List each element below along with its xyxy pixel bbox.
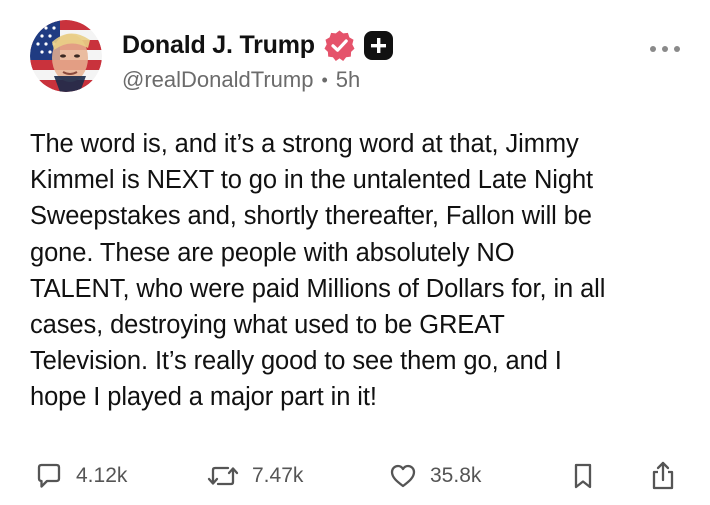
bookmark-button[interactable]	[570, 458, 596, 494]
plus-icon[interactable]	[363, 30, 394, 61]
reply-count: 4.12k	[76, 464, 128, 487]
reply-icon	[34, 461, 64, 491]
retruth-icon	[206, 461, 240, 491]
verified-badge-icon	[323, 29, 356, 62]
separator-dot: •	[321, 69, 328, 90]
more-options-icon[interactable]	[648, 42, 682, 56]
like-button[interactable]: 35.8k	[388, 458, 481, 494]
bookmark-icon	[570, 461, 596, 491]
retruth-count: 7.47k	[252, 464, 304, 487]
heart-icon	[388, 461, 418, 491]
post-header: Donald J. Trump @realDonaldTrump • 5h	[122, 28, 394, 93]
author-display-name[interactable]: Donald J. Trump	[122, 31, 315, 60]
like-count: 35.8k	[430, 464, 482, 487]
reply-button[interactable]: 4.12k	[34, 458, 127, 494]
avatar[interactable]	[30, 20, 102, 92]
avatar-image	[30, 20, 102, 92]
share-icon	[648, 460, 678, 492]
post: Donald J. Trump @realDonaldTrump • 5h Th…	[0, 0, 710, 505]
action-bar: 4.12k 7.47k 35.8k	[30, 458, 690, 494]
share-button[interactable]	[648, 458, 678, 494]
post-body: The word is, and it’s a strong word at t…	[30, 130, 606, 412]
handle-row: @realDonaldTrump • 5h	[122, 67, 394, 93]
name-row: Donald J. Trump	[122, 28, 394, 62]
retruth-button[interactable]: 7.47k	[206, 458, 303, 494]
author-handle[interactable]: @realDonaldTrump	[122, 67, 313, 93]
post-time[interactable]: 5h	[336, 67, 360, 93]
